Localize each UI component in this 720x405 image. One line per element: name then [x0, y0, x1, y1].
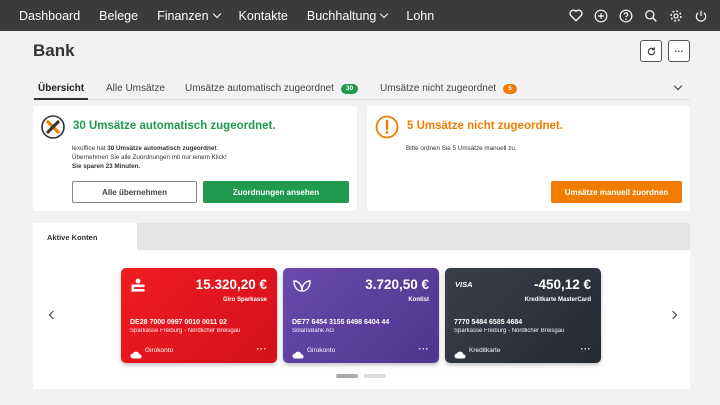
nav-buchhaltung[interactable]: Buchhaltung — [306, 8, 389, 23]
auto-assigned-text: lexoffice hat 30 Umsätze automatisch zug… — [72, 144, 227, 171]
account-card-kreditkarte[interactable]: VISA -450,12 € Kreditkarte MasterCard 77… — [445, 268, 601, 363]
carousel-dot-active[interactable] — [336, 374, 358, 378]
refresh-icon — [647, 46, 655, 55]
accounts-tab-bar: Aktive Konten — [33, 223, 690, 250]
account-type: Girokonto — [307, 347, 336, 354]
nav-kontakte-label: Kontakte — [238, 8, 288, 23]
account-name: Kontist — [408, 297, 429, 303]
heart-icon[interactable] — [568, 8, 583, 23]
bank-name: Sparkasse Freiburg - Nördlicher Breisgau — [130, 328, 241, 334]
count-badge: 5 — [503, 83, 517, 94]
plus-circle-icon[interactable] — [593, 8, 608, 23]
account-name: Giro Sparkasse — [222, 297, 267, 303]
account-name: Kreditkarte MasterCard — [524, 297, 591, 303]
card-number: 7770 5484 6585 4684 — [454, 319, 523, 326]
tab-alle-umsaetze[interactable]: Alle Umsätze — [106, 83, 165, 94]
nav-belege-label: Belege — [99, 8, 139, 23]
power-icon[interactable] — [693, 8, 708, 23]
text-line: Übernehmen Sie alle Zuordnungen mit nur … — [72, 154, 227, 161]
search-icon[interactable] — [643, 8, 658, 23]
cloud-icon — [454, 346, 466, 363]
visa-logo: VISA — [455, 280, 473, 289]
account-balance: 15.320,20 € — [195, 277, 267, 292]
bank-name: Sparkasse Freiburg - Nördlicher Breisgau — [454, 328, 565, 334]
chevron-down-icon — [212, 9, 221, 18]
account-iban: DE28 7000 0997 0010 0011 02 — [130, 319, 227, 326]
tab-label: Aktive Konten — [47, 233, 98, 242]
top-navigation: Dashboard Belege Finanzen Kontakte Buchh… — [0, 0, 720, 31]
tab-aktive-konten[interactable]: Aktive Konten — [33, 223, 137, 250]
active-accounts-panel: Aktive Konten 15.320,20 € Giro Sparkasse… — [33, 223, 690, 389]
more-icon[interactable]: ··· — [257, 344, 268, 354]
count-badge: 30 — [340, 83, 359, 94]
cloud-icon — [130, 346, 142, 363]
nav-kontakte[interactable]: Kontakte — [239, 9, 288, 23]
unassigned-card: 5 Umsätze nicht zugeordnet. Bitte ordnen… — [367, 106, 690, 211]
nav-finanzen-label: Finanzen — [157, 8, 209, 23]
time-saved-text: Sie sparen 23 Minuten. — [72, 163, 141, 170]
unassigned-text: Bitte ordnen Sie 5 Umsätze manuell zu. — [406, 145, 517, 152]
auto-assigned-title: 30 Umsätze automatisch zugeordnet. — [73, 120, 276, 132]
account-balance: -450,12 € — [533, 277, 591, 292]
button-label: Umsätze manuell zuordnen — [564, 187, 669, 197]
account-card-giro-sparkasse[interactable]: 15.320,20 € Giro Sparkasse DE28 7000 099… — [121, 268, 277, 363]
nav-belege[interactable]: Belege — [99, 9, 138, 23]
account-type: Girokonto — [145, 347, 174, 354]
more-icon: ... — [674, 44, 684, 54]
more-icon[interactable]: ··· — [581, 344, 592, 354]
more-options-button[interactable]: ... — [668, 40, 690, 62]
button-label: Zuordnungen ansehen — [232, 187, 320, 197]
nav-lohn-label: Lohn — [406, 8, 435, 23]
text-prefix: lexoffice hat — [72, 145, 108, 152]
accept-all-button[interactable]: Alle übernehmen — [72, 181, 197, 203]
carousel-dot[interactable] — [364, 374, 386, 378]
chevron-down-icon[interactable] — [673, 81, 683, 91]
account-balance: 3.720,50 € — [365, 277, 429, 292]
refresh-button[interactable] — [640, 40, 662, 62]
gear-icon[interactable] — [668, 8, 683, 23]
nav-actions — [568, 0, 708, 31]
nav-lohn[interactable]: Lohn — [406, 9, 434, 23]
warning-icon — [375, 115, 399, 144]
help-icon[interactable] — [618, 8, 633, 23]
account-iban: DE77 6454 3155 6498 6404 44 — [292, 319, 390, 326]
kontist-leaf-logo — [293, 278, 311, 297]
text-bold: 30 Umsätze automatisch zugeordnet — [107, 145, 217, 152]
carousel-prev-icon[interactable] — [48, 310, 58, 320]
nav-finanzen[interactable]: Finanzen — [157, 8, 221, 23]
sparkasse-logo — [131, 278, 145, 299]
tab-label: Umsätze automatisch zugeordnet — [185, 83, 334, 94]
bank-name: SolarisBank AG — [292, 328, 335, 334]
more-icon[interactable]: ··· — [419, 344, 430, 354]
tab-label: Übersicht — [38, 83, 85, 94]
nav-buchhaltung-label: Buchhaltung — [306, 8, 377, 23]
cloud-icon — [292, 346, 304, 363]
text-suffix: . — [216, 145, 219, 152]
tab-nicht-zugeordnet[interactable]: Umsätze nicht zugeordnet 5 — [380, 83, 517, 94]
tab-bar: Übersicht Alle Umsätze Umsätze automatis… — [33, 80, 690, 100]
view-assignments-button[interactable]: Zuordnungen ansehen — [203, 181, 349, 203]
tab-automatisch-zugeordnet[interactable]: Umsätze automatisch zugeordnet 30 — [185, 83, 359, 94]
tab-label: Umsätze nicht zugeordnet — [380, 83, 497, 94]
tab-label: Alle Umsätze — [106, 83, 165, 94]
nav-dashboard-label: Dashboard — [19, 8, 81, 23]
carousel-next-icon[interactable] — [668, 310, 678, 320]
account-card-kontist[interactable]: 3.720,50 € Kontist DE77 6454 3155 6498 6… — [283, 268, 439, 363]
lexoffice-logo — [41, 115, 65, 144]
chevron-down-icon — [380, 9, 389, 18]
unassigned-title: 5 Umsätze nicht zugeordnet. — [407, 120, 563, 132]
auto-assigned-card: 30 Umsätze automatisch zugeordnet. lexof… — [33, 106, 357, 211]
nav-dashboard[interactable]: Dashboard — [19, 9, 80, 23]
assign-manually-button[interactable]: Umsätze manuell zuordnen — [551, 181, 682, 203]
page-title: Bank — [33, 41, 75, 60]
account-type: Kreditkarte — [469, 347, 501, 354]
tab-uebersicht[interactable]: Übersicht — [33, 83, 89, 100]
button-label: Alle übernehmen — [102, 187, 167, 197]
